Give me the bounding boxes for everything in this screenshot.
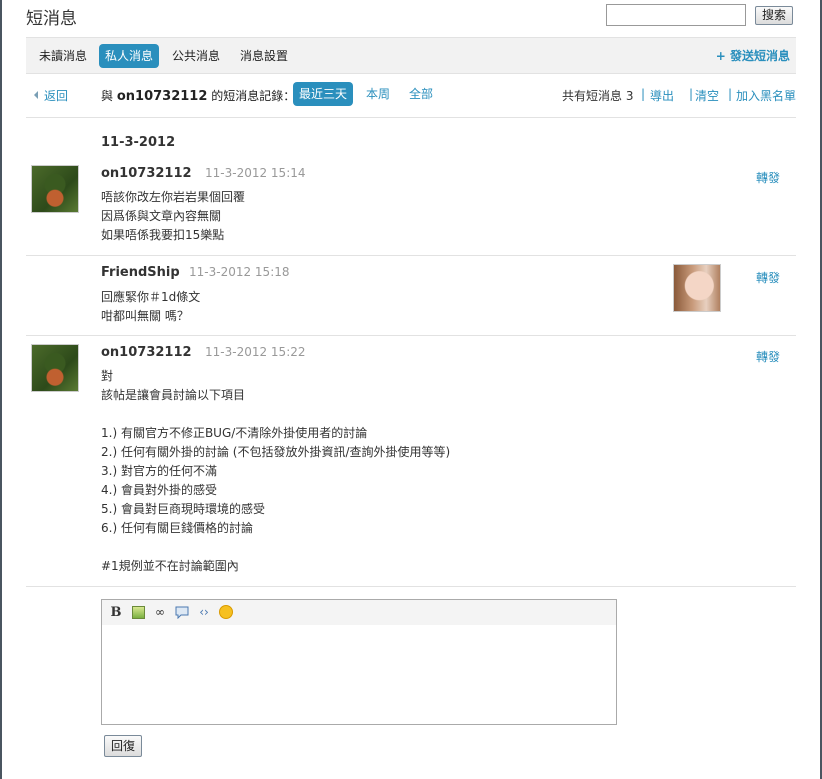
forward-link[interactable]: 轉發 [756, 348, 780, 365]
message-time: 11-3-2012 15:18 [189, 265, 290, 279]
message-item: FriendShip 11-3-2012 15:18 轉發 回應緊你＃1d條文 … [26, 256, 796, 336]
message-line: 1.) 有關官方不修正BUG/不清除外掛使用者的討論 [101, 426, 368, 440]
smiley-icon[interactable] [218, 604, 234, 620]
tab-unread[interactable]: 未讀消息 [33, 44, 93, 68]
action-separator: | [641, 87, 646, 101]
message-tabs: 未讀消息 私人消息 公共消息 消息設置 + 發送短消息 [26, 37, 796, 74]
message-line: 6.) 任何有關巨錢價格的討論 [101, 521, 253, 535]
send-message-link[interactable]: + 發送短消息 [716, 44, 790, 68]
message-item: on10732112 11-3-2012 15:14 轉發 唔該你改左你岩岩果個… [26, 155, 796, 256]
link-icon[interactable]: ∞ [152, 604, 168, 620]
message-line: 2.) 任何有關外掛的討論 (不包括發放外掛資訊/查詢外掛使用等等) [101, 445, 451, 459]
message-line: 4.) 會員對外掛的感受 [101, 483, 217, 497]
clear-link[interactable]: 清空 [695, 87, 719, 104]
message-line: 3.) 對官方的任何不滿 [101, 464, 217, 478]
range-this-week[interactable]: 本周 [360, 82, 396, 106]
message-line: 咁都叫無關 嗎？ [101, 309, 189, 323]
message-time: 11-3-2012 15:22 [205, 345, 306, 359]
reply-button[interactable]: 回復 [104, 735, 142, 757]
conversation-label: 與 on10732112 的短消息記錄： [101, 87, 295, 104]
conversation-bar: 返回 與 on10732112 的短消息記錄： 最近三天 本周 全部 共有短消息… [26, 74, 796, 118]
back-link[interactable]: 返回 [34, 87, 68, 104]
tab-settings[interactable]: 消息設置 [234, 44, 294, 68]
reply-textarea[interactable] [102, 625, 616, 724]
window-frame-left [0, 0, 2, 779]
editor-toolbar: B ∞ ‹› [102, 600, 616, 625]
message-body: 對 該帖是讓會員討論以下項目 1.) 有關官方不修正BUG/不清除外掛使用者的討… [101, 367, 450, 576]
search-button[interactable]: 搜索 [755, 6, 793, 25]
range-all[interactable]: 全部 [403, 82, 439, 106]
with-prefix: 與 [101, 89, 114, 103]
action-separator: | [689, 87, 694, 101]
message-author[interactable]: on10732112 [101, 345, 192, 360]
message-body: 回應緊你＃1d條文 咁都叫無關 嗎？ [101, 288, 200, 326]
image-icon[interactable] [130, 604, 146, 620]
forward-link[interactable]: 轉發 [756, 269, 780, 286]
message-line: 因爲係與文章內容無關 [101, 209, 222, 223]
reply-editor: B ∞ ‹› [101, 599, 617, 725]
message-line: 唔該你改左你岩岩果個回覆 [101, 190, 246, 204]
bold-icon[interactable]: B [108, 604, 124, 620]
with-suffix: 的短消息記錄： [211, 89, 296, 103]
message-body: 唔該你改左你岩岩果個回覆 因爲係與文章內容無關 如果唔係我要扣15樂點 [101, 188, 245, 245]
message-line: 該帖是讓會員討論以下項目 [101, 388, 246, 402]
search-input[interactable] [606, 4, 746, 26]
message-line: 如果唔係我要扣15樂點 [101, 228, 225, 242]
tab-private[interactable]: 私人消息 [99, 44, 160, 68]
count-value: 3 [625, 89, 634, 103]
page-title: 短消息 [26, 9, 77, 29]
range-last-three-days[interactable]: 最近三天 [293, 82, 354, 106]
action-separator: | [728, 87, 733, 101]
code-icon[interactable]: ‹› [196, 604, 212, 620]
message-count: 共有短消息 3 [562, 87, 633, 104]
export-link[interactable]: 導出 [650, 87, 674, 104]
date-heading: 11-3-2012 [101, 135, 176, 150]
message-line: #1規例並不在討論範圍內 [101, 559, 239, 573]
message-line: 回應緊你＃1d條文 [101, 290, 201, 304]
message-item: on10732112 11-3-2012 15:22 轉發 對 該帖是讓會員討論… [26, 336, 796, 587]
message-line: 對 [101, 369, 114, 383]
message-author[interactable]: FriendShip [101, 265, 180, 280]
conversation-user: on10732112 [116, 89, 208, 104]
count-label: 共有短消息 [562, 89, 623, 103]
avatar[interactable] [31, 344, 79, 392]
message-author[interactable]: on10732112 [101, 166, 192, 181]
back-label: 返回 [44, 89, 69, 103]
message-line: 5.) 會員對巨商現時環境的感受 [101, 502, 265, 516]
avatar[interactable] [673, 264, 721, 312]
message-line [101, 538, 450, 557]
blacklist-link[interactable]: 加入黑名單 [736, 87, 796, 104]
message-line [101, 405, 450, 424]
avatar[interactable] [31, 165, 79, 213]
forward-link[interactable]: 轉發 [756, 169, 780, 186]
message-time: 11-3-2012 15:14 [205, 166, 306, 180]
back-arrow-icon [34, 91, 38, 99]
quote-icon[interactable] [174, 604, 190, 620]
tab-public[interactable]: 公共消息 [166, 44, 226, 68]
